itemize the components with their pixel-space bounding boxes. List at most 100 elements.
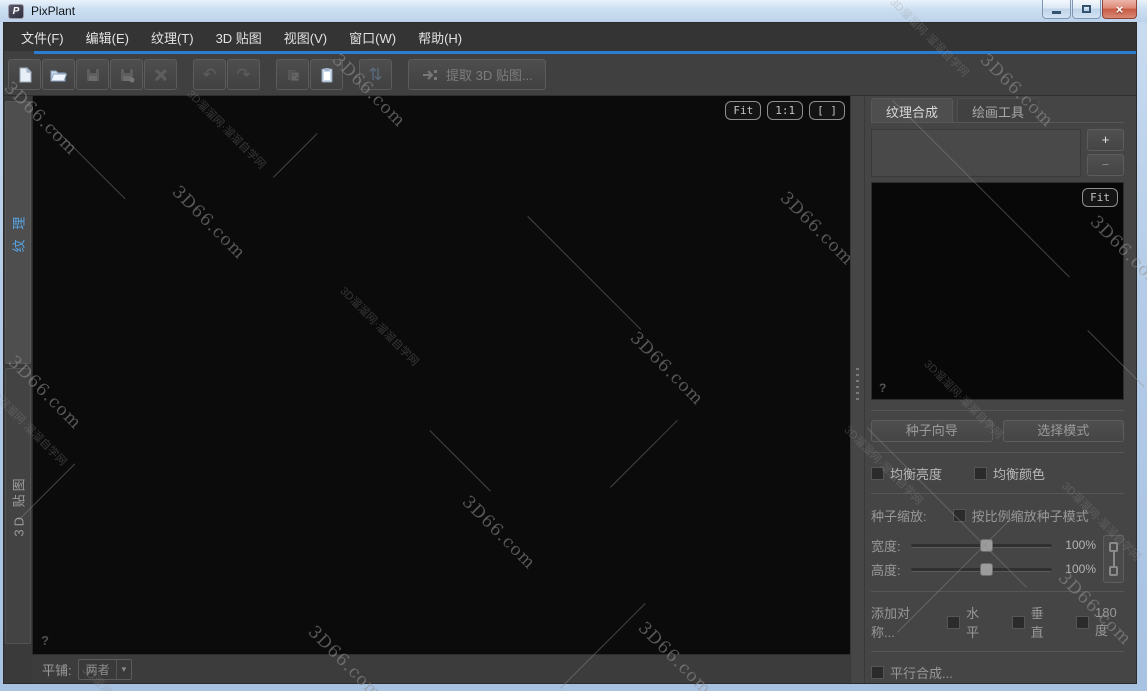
extract-arrow-icon <box>421 67 438 83</box>
symmetry-horizontal-label: 水平 <box>966 603 988 641</box>
symmetry-label: 添加对称... <box>871 603 923 641</box>
close-x-icon <box>153 67 169 83</box>
tab-3d-maps-label: 3D 贴图 <box>9 475 28 536</box>
undo-button[interactable]: ↶ <box>193 59 226 90</box>
symmetry-180-checkbox[interactable] <box>1076 616 1089 629</box>
width-slider[interactable] <box>911 539 1052 552</box>
height-slider-handle[interactable] <box>980 563 993 576</box>
zoom-fit-button[interactable]: Fit <box>725 101 761 120</box>
remove-seed-button[interactable]: − <box>1087 154 1124 176</box>
right-panel: 纹理合成 绘画工具 + − Fit ? <box>864 96 1136 683</box>
extract-label: 提取 3D 贴图... <box>446 65 533 84</box>
pixplant-logo-icon: P <box>8 4 24 19</box>
window-title: PixPlant <box>31 4 75 18</box>
new-file-button[interactable] <box>8 59 41 90</box>
proportional-scale-label: 按比例缩放种子模式 <box>972 506 1089 525</box>
select-mode-button[interactable]: 选择模式 <box>1003 420 1125 442</box>
app-frame: 文件(F) 编辑(E) 纹理(T) 3D 贴图 视图(V) 窗口(W) 帮助(H… <box>3 22 1137 684</box>
link-dimensions-icon[interactable] <box>1103 535 1124 583</box>
zoom-1to1-button[interactable]: 1:1 <box>767 101 803 120</box>
width-slider-handle[interactable] <box>980 539 993 552</box>
tab-paint-tools[interactable]: 绘画工具 <box>957 98 1039 122</box>
parallel-synthesis-checkbox[interactable] <box>871 666 884 679</box>
separator <box>871 452 1124 453</box>
extract-3d-maps-button[interactable]: 提取 3D 贴图... <box>408 59 546 90</box>
close-button[interactable]: × <box>1102 0 1137 19</box>
equalize-brightness-label: 均衡亮度 <box>890 464 942 483</box>
equalize-color-checkbox[interactable] <box>974 467 987 480</box>
height-slider-label: 高度: <box>871 560 911 579</box>
tile-mode-value: 两者 <box>86 661 110 678</box>
save-icon <box>85 67 101 83</box>
canvas-bottom-bar: 平铺: 两者 ▾ <box>32 654 850 683</box>
menu-file[interactable]: 文件(F) <box>10 23 75 52</box>
close-texture-button[interactable] <box>144 59 177 90</box>
save-button[interactable] <box>76 59 109 90</box>
tile-label: 平铺: <box>42 660 72 679</box>
height-slider[interactable] <box>911 563 1052 576</box>
save-as-button[interactable] <box>110 59 143 90</box>
canvas-help-icon[interactable]: ? <box>41 633 49 648</box>
menu-help[interactable]: 帮助(H) <box>407 23 473 52</box>
panel-splitter[interactable] <box>850 96 864 683</box>
paste-special-button[interactable] <box>276 59 309 90</box>
chevron-down-icon: ▾ <box>116 660 132 679</box>
left-tabstrip: 纹 理 3D 贴图 <box>4 96 32 683</box>
symmetry-horizontal-checkbox[interactable] <box>947 616 960 629</box>
symmetry-vertical-checkbox[interactable] <box>1012 616 1025 629</box>
equalize-brightness-checkbox[interactable] <box>871 467 884 480</box>
preview-fit-button[interactable]: Fit <box>1082 188 1118 207</box>
titlebar[interactable]: P PixPlant × <box>0 0 1147 22</box>
add-seed-button[interactable]: + <box>1087 129 1124 151</box>
maximize-icon <box>1082 5 1091 13</box>
texture-canvas[interactable]: Fit 1:1 [ ] ? <box>32 96 850 654</box>
tab-texture-synthesis[interactable]: 纹理合成 <box>871 98 953 122</box>
width-slider-value: 100% <box>1052 538 1096 552</box>
link-ring-bottom <box>1109 566 1118 576</box>
equalize-color-label: 均衡颜色 <box>993 464 1045 483</box>
tab-texture-label: 纹 理 <box>9 213 28 252</box>
swap-maps-button[interactable]: ⇅ <box>359 59 392 90</box>
tab-3d-maps[interactable]: 3D 贴图 <box>5 368 31 644</box>
open-file-button[interactable] <box>42 59 75 90</box>
seed-wizard-button[interactable]: 种子向导 <box>871 420 993 442</box>
height-slider-value: 100% <box>1052 562 1096 576</box>
preview-help-icon[interactable]: ? <box>879 381 886 395</box>
paste-button[interactable] <box>310 59 343 90</box>
maximize-button[interactable] <box>1072 0 1101 19</box>
menu-3d-maps[interactable]: 3D 贴图 <box>205 23 273 52</box>
tile-mode-dropdown[interactable]: 两者 ▾ <box>78 659 133 680</box>
save-as-icon <box>119 67 135 83</box>
minimize-icon <box>1052 11 1061 14</box>
new-file-icon <box>17 67 33 83</box>
menu-texture[interactable]: 纹理(T) <box>140 23 205 52</box>
paste-special-icon <box>285 67 301 83</box>
redo-button[interactable]: ↷ <box>227 59 260 90</box>
menu-view[interactable]: 视图(V) <box>273 23 338 52</box>
seed-scale-label: 种子缩放: <box>871 506 927 525</box>
paste-icon <box>319 67 335 83</box>
tab-texture[interactable]: 纹 理 <box>5 101 31 364</box>
menu-edit[interactable]: 编辑(E) <box>75 23 140 52</box>
close-icon: × <box>1116 3 1124 16</box>
symmetry-180-label: 180度 <box>1095 605 1124 639</box>
symmetry-vertical-label: 垂直 <box>1031 603 1053 641</box>
separator <box>871 410 1124 411</box>
pixplant-window: P PixPlant × 文件(F) 编辑(E) 纹理(T) 3D 贴图 视图(… <box>0 0 1147 691</box>
zoom-full-button[interactable]: [ ] <box>809 101 845 120</box>
redo-icon: ↷ <box>236 66 250 83</box>
menu-window[interactable]: 窗口(W) <box>338 23 407 52</box>
swap-arrows-icon: ⇅ <box>368 66 382 83</box>
seed-list[interactable] <box>871 129 1081 177</box>
separator <box>871 651 1124 652</box>
separator <box>871 493 1124 494</box>
parallel-synthesis-label: 平行合成... <box>890 663 953 682</box>
seed-preview[interactable]: Fit ? <box>871 182 1124 400</box>
proportional-scale-checkbox[interactable] <box>953 509 966 522</box>
toolbar: ↶ ↷ ⇅ 提取 3D 贴图... <box>4 54 1136 96</box>
splitter-grip-icon <box>856 368 859 402</box>
minimize-button[interactable] <box>1042 0 1071 19</box>
undo-icon: ↶ <box>202 66 216 83</box>
separator <box>871 591 1124 592</box>
width-slider-label: 宽度: <box>871 536 911 555</box>
